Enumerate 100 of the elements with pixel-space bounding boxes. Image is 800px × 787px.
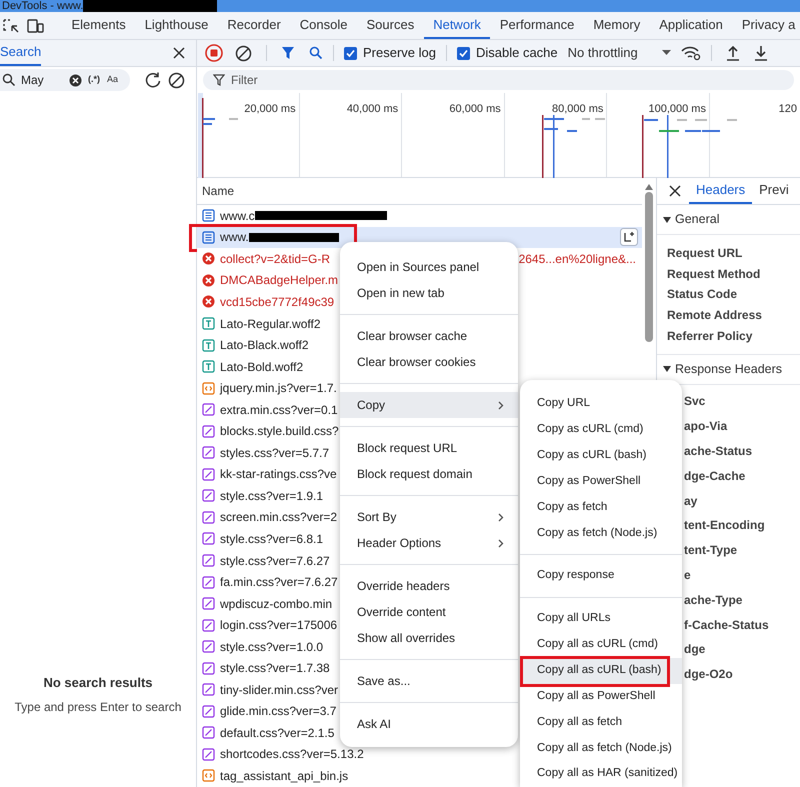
search-icon[interactable] xyxy=(309,46,323,60)
request-name: extra.min.css?ver=0.1 xyxy=(220,402,338,419)
menu-item[interactable]: Copy all URLs xyxy=(520,606,682,632)
font-file-icon xyxy=(202,338,215,352)
stylesheet-icon xyxy=(202,489,215,502)
panel-tab[interactable]: Console xyxy=(290,12,357,39)
empty-state-hint: Type and press Enter to search xyxy=(14,699,182,716)
search-field[interactable]: May (.*) Aa xyxy=(0,69,130,91)
document-icon xyxy=(202,209,215,222)
caret-icon xyxy=(662,50,671,56)
checkbox-label: Disable cache xyxy=(476,44,558,62)
filter-icon[interactable] xyxy=(281,46,295,60)
menu-item[interactable]: Copy as fetch (Node.js) xyxy=(520,520,682,546)
filter-input[interactable]: Filter xyxy=(231,71,431,89)
close-icon[interactable] xyxy=(172,46,186,60)
clear-icon[interactable] xyxy=(235,44,252,62)
panel-tab[interactable]: Lighthouse xyxy=(135,12,218,39)
throttling-dropdown[interactable]: No throttling xyxy=(568,43,671,63)
filter-field[interactable]: Filter xyxy=(203,70,794,90)
menu-item[interactable]: Copy URL xyxy=(520,391,682,417)
stylesheet-icon xyxy=(202,446,215,460)
request-name: style.css?ver=1.0.0 xyxy=(220,638,324,656)
upload-icon[interactable] xyxy=(726,45,740,61)
menu-item[interactable]: Override content xyxy=(340,599,518,625)
block-icon[interactable] xyxy=(168,72,185,88)
menu-item[interactable]: Open in new tab xyxy=(340,280,518,306)
menu-item[interactable]: Show all overrides xyxy=(340,625,518,651)
header-name: tent-Encoding xyxy=(683,517,766,534)
stylesheet-icon xyxy=(202,726,215,740)
details-tab[interactable]: Previ xyxy=(752,178,796,204)
request-name: tiny-slider.min.css?ver xyxy=(220,682,338,699)
menu-item[interactable]: Copy all as cURL (cmd) xyxy=(520,632,682,658)
menu-item[interactable]: Copy as cURL (cmd) xyxy=(520,416,682,443)
request-name: blocks.style.build.css? xyxy=(220,423,339,440)
submenu-item[interactable]: Copy xyxy=(340,392,518,418)
menu-item[interactable]: Copy as PowerShell xyxy=(520,468,682,494)
details-tab[interactable]: Headers xyxy=(689,178,752,204)
menu-item[interactable]: Block request domain xyxy=(340,461,518,487)
panel-tab[interactable]: Privacy a xyxy=(732,12,800,39)
menu-item[interactable]: Copy all as fetch xyxy=(520,709,682,736)
request-name: www.c xyxy=(220,208,255,225)
checkbox[interactable] xyxy=(456,46,470,60)
record-icon[interactable] xyxy=(205,44,223,62)
menu-item[interactable]: Save as... xyxy=(340,668,518,694)
menu-item[interactable]: Copy all as cURL (bash) xyxy=(520,658,682,684)
request-name: shortcodes.css?ver=5.13.2 xyxy=(220,746,364,764)
scrollbar-thumb[interactable] xyxy=(645,192,653,342)
stylesheet-icon xyxy=(202,662,215,675)
initiator-icon[interactable] xyxy=(620,228,638,246)
menu-item[interactable]: Ask AI xyxy=(340,711,518,737)
request-name: www. xyxy=(220,229,249,246)
submenu-item[interactable]: Header Options xyxy=(340,530,518,556)
stylesheet-icon xyxy=(202,424,215,438)
request-name: style.css?ver=1.7.38 xyxy=(220,660,330,678)
menu-item[interactable]: Copy as fetch xyxy=(520,494,682,520)
column-header[interactable]: Name xyxy=(202,182,234,200)
request-name: DMCABadgeHelper.m xyxy=(220,272,338,290)
header-name: Remote Address xyxy=(666,307,763,324)
submenu-item[interactable]: Sort By xyxy=(340,504,518,530)
panel-tab[interactable]: Memory xyxy=(584,12,650,39)
menu-item[interactable]: Override headers xyxy=(340,573,518,599)
request-name: style.css?ver=6.8.1 xyxy=(220,530,324,548)
menu-item[interactable]: Copy all as PowerShell xyxy=(520,684,682,710)
empty-state-title: No search results xyxy=(42,674,154,692)
stylesheet-icon xyxy=(202,748,215,761)
checkbox[interactable] xyxy=(344,46,357,60)
header-name: tent-Type xyxy=(683,542,738,560)
menu-item[interactable]: Copy as cURL (bash) xyxy=(520,442,682,469)
menu-item[interactable]: Open in Sources panel xyxy=(340,254,518,280)
panel-tab[interactable]: Elements xyxy=(62,12,136,39)
menu-item[interactable]: Copy response xyxy=(520,563,682,590)
section-header[interactable]: General xyxy=(657,205,800,235)
timeline-tick-label: 80,000 ms xyxy=(552,103,604,115)
request-name: jquery.min.js?ver=1.7. xyxy=(220,380,337,398)
panel-tab[interactable]: Recorder xyxy=(218,12,290,39)
download-icon[interactable] xyxy=(754,45,768,61)
request-name: Lato-Black.woff2 xyxy=(220,337,308,354)
menu-item[interactable]: Clear browser cookies xyxy=(340,349,518,375)
stylesheet-icon xyxy=(202,683,215,696)
script-file-icon xyxy=(202,769,215,782)
filter-icon xyxy=(213,74,225,86)
match-case-toggle[interactable]: Aa xyxy=(107,73,118,87)
panel-tab[interactable]: Application xyxy=(650,12,732,39)
header-name: Status Code xyxy=(666,286,738,304)
header-name: e xyxy=(683,566,692,584)
timeline-tick-label: 60,000 ms xyxy=(449,103,501,115)
panel-tab[interactable]: Performance xyxy=(490,12,584,39)
request-name: fa.min.css?ver=7.6.27 xyxy=(220,574,338,592)
stylesheet-icon xyxy=(202,640,215,654)
close-icon[interactable] xyxy=(669,185,681,197)
refresh-icon[interactable] xyxy=(144,71,162,89)
network-settings-icon[interactable] xyxy=(680,45,701,61)
request-name: tag_assistant_api_bin.js xyxy=(220,768,348,785)
clear-icon[interactable] xyxy=(69,74,82,86)
panel-tab[interactable]: Sources xyxy=(357,12,424,39)
request-name: style.css?ver=7.6.27 xyxy=(220,552,330,570)
regex-toggle[interactable]: (.*) xyxy=(88,73,100,87)
menu-item[interactable]: Clear browser cache xyxy=(340,323,518,349)
request-name: collect?v=2&tid=G-R xyxy=(220,250,330,268)
menu-item[interactable]: Block request URL xyxy=(340,435,518,461)
